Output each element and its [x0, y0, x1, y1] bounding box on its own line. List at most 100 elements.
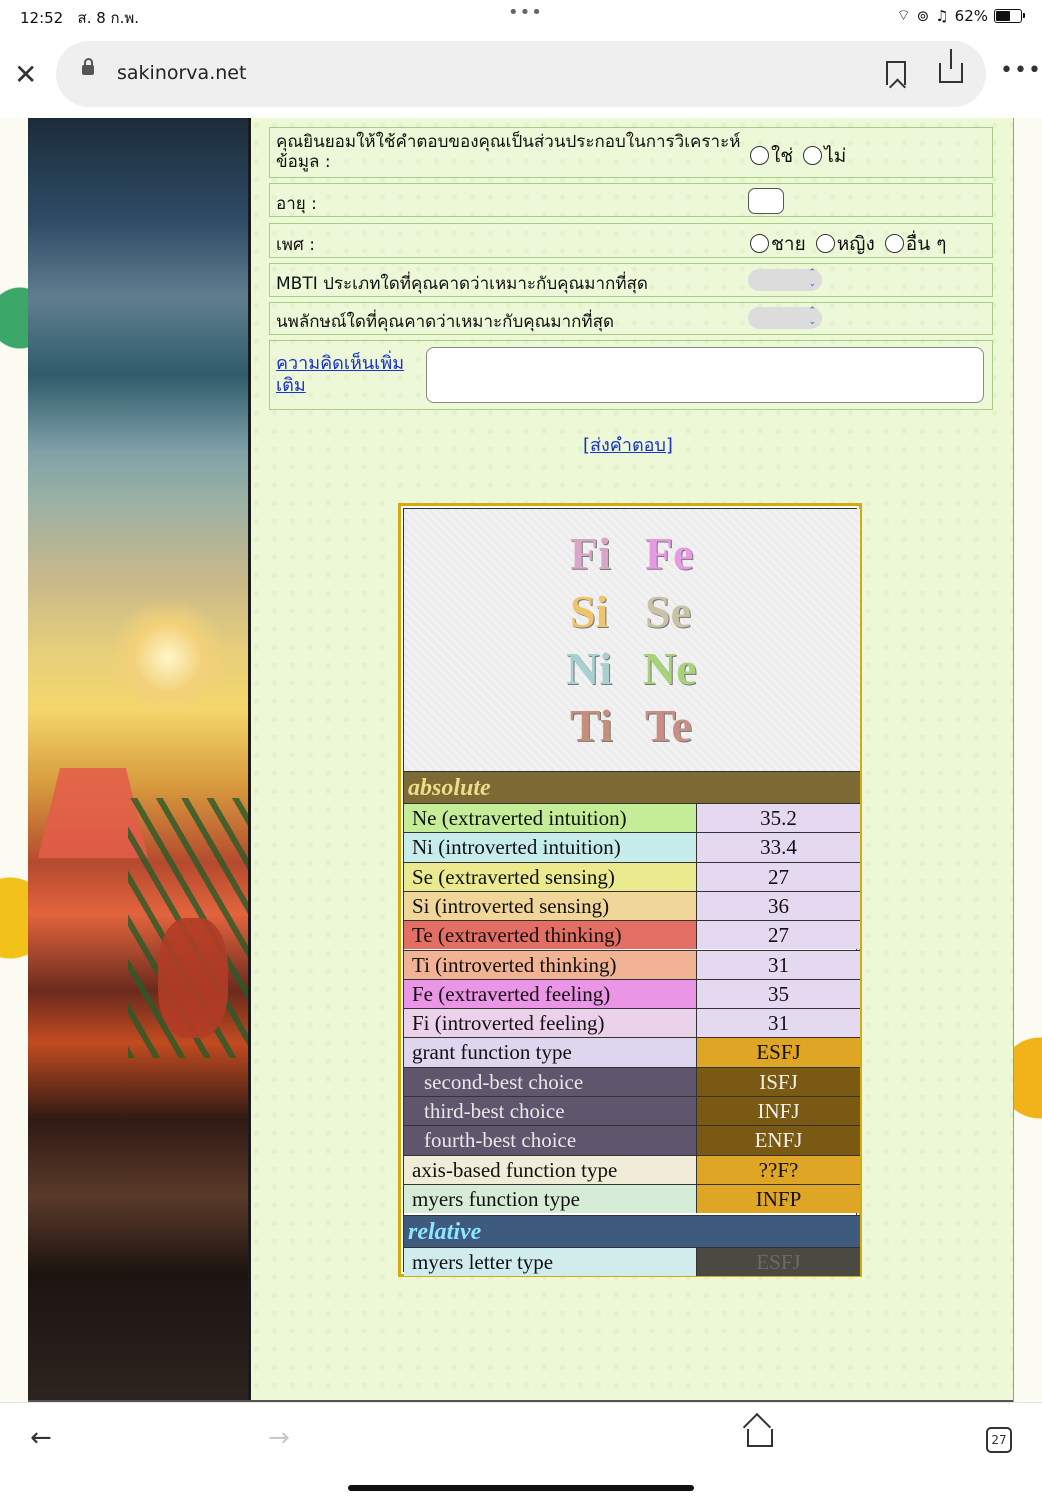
row-value: 31: [697, 949, 860, 979]
back-arrow-icon[interactable]: ←: [30, 1423, 52, 1453]
row-value: INFJ: [697, 1096, 860, 1126]
status-indicators: ⌔ ⊚ ♫ 62%: [896, 6, 1025, 25]
battery-percent: 62%: [954, 6, 988, 25]
age-input[interactable]: [748, 188, 784, 214]
headphones-icon: ♫: [935, 6, 949, 25]
result-row: Ne (extraverted intuition) 35.2: [404, 803, 860, 833]
consent-yes-radio[interactable]: ใช่: [750, 145, 793, 167]
result-row: axis-based function type ??F?: [404, 1154, 860, 1184]
age-label: อายุ :: [276, 194, 317, 214]
row-value: 27: [697, 920, 860, 950]
forward-arrow-icon[interactable]: →: [268, 1423, 290, 1453]
row-label: third-best choice: [404, 1096, 697, 1126]
results-table: Fi Fe Si Se Ni Ne Ti Te absolute Ne (ext…: [398, 503, 862, 1277]
battery-icon: [994, 8, 1025, 23]
result-row: grant function type ESFJ: [404, 1037, 860, 1067]
orientation-lock-icon: ⊚: [916, 6, 930, 25]
multitask-dots-icon[interactable]: •••: [508, 2, 543, 23]
function-fe: Fe: [645, 528, 694, 579]
function-te: Te: [645, 700, 692, 751]
function-ni: Ni: [566, 643, 612, 694]
comment-link[interactable]: ความคิดเห็นเพิ่มเติม: [276, 353, 416, 397]
share-icon[interactable]: [939, 49, 963, 83]
result-row: Fi (introverted feeling) 31: [404, 1008, 860, 1038]
row-label: Te (extraverted thinking): [404, 920, 697, 950]
more-options-icon[interactable]: •••: [1000, 58, 1042, 83]
function-ti: Ti: [570, 700, 613, 751]
close-icon[interactable]: ✕: [14, 58, 37, 91]
function-se: Se: [645, 586, 691, 637]
age-row: อายุ :: [269, 183, 993, 217]
home-icon[interactable]: [747, 1429, 773, 1447]
status-bar: 12:52 ส. 8 ก.พ. ••• ⌔ ⊚ ♫ 62%: [0, 0, 1042, 32]
result-row: Se (extraverted sensing) 27: [404, 861, 860, 891]
gender-male-radio[interactable]: ชาย: [750, 233, 806, 255]
absolute-header: absolute: [404, 771, 860, 803]
enneagram-select[interactable]: [748, 306, 822, 329]
submit-link[interactable]: [ส่งคำตอบ]: [583, 430, 673, 459]
row-value: 33.4: [697, 832, 860, 862]
row-label: myers letter type: [404, 1247, 697, 1277]
result-row: myers function type INFP: [404, 1183, 860, 1214]
home-indicator: [348, 1485, 694, 1491]
consent-label: คุณยินยอมให้ใช้คำตอบของคุณเป็นส่วนประกอบ…: [276, 132, 741, 172]
row-label: myers function type: [404, 1183, 697, 1214]
row-label: Fi (introverted feeling): [404, 1008, 697, 1038]
row-value: 35: [697, 978, 860, 1009]
row-value: ESFJ: [697, 1247, 860, 1277]
row-label: Ne (extraverted intuition): [404, 803, 697, 833]
row-label: grant function type: [404, 1037, 697, 1067]
myers-letter-row: myers letter type ESFJ: [404, 1247, 860, 1277]
web-page: คุณยินยอมให้ใช้คำตอบของคุณเป็นส่วนประกอบ…: [0, 118, 1042, 1402]
function-fi: Fi: [570, 528, 611, 579]
row-value: 35.2: [697, 803, 860, 833]
row-label: Se (extraverted sensing): [404, 861, 697, 891]
row-value: ISFJ: [697, 1066, 860, 1096]
gender-options: ชาย หญิง อื่น ๆ: [750, 229, 950, 259]
row-label: Ni (introverted intuition): [404, 832, 697, 862]
functions-grid: Fi Fe Si Se Ni Ne Ti Te: [404, 509, 860, 771]
lock-icon: [82, 58, 94, 75]
result-row: second-best choice ISFJ: [404, 1066, 860, 1096]
consent-options: ใช่ ไม่: [750, 141, 850, 171]
result-row: Fe (extraverted feeling) 35: [404, 978, 860, 1009]
mbti-row: MBTI ประเภทใดที่คุณคาดว่าเหมาะกับคุณมากท…: [269, 263, 993, 297]
function-si: Si: [570, 586, 609, 637]
browser-toolbar: ← → 27: [0, 1402, 1042, 1501]
row-value: 27: [697, 861, 860, 891]
row-label: second-best choice: [404, 1066, 697, 1096]
result-row: Si (introverted sensing) 36: [404, 890, 860, 921]
gender-female-radio[interactable]: หญิง: [815, 233, 875, 255]
row-label: Ti (introverted thinking): [404, 949, 697, 979]
function-ne: Ne: [643, 643, 697, 694]
consent-row: คุณยินยอมให้ใช้คำตอบของคุณเป็นส่วนประกอบ…: [269, 127, 993, 178]
url-text[interactable]: sakinorva.net: [117, 62, 246, 84]
address-bar[interactable]: sakinorva.net: [56, 41, 986, 107]
collage-image: [28, 118, 250, 1402]
row-value: ??F?: [697, 1154, 860, 1184]
comment-textarea[interactable]: [426, 347, 984, 403]
result-row: third-best choice INFJ: [404, 1096, 860, 1126]
mbti-label: MBTI ประเภทใดที่คุณคาดว่าเหมาะกับคุณมากท…: [276, 274, 648, 294]
row-label: axis-based function type: [404, 1154, 697, 1184]
gender-label: เพศ :: [276, 235, 315, 255]
main-content: คุณยินยอมให้ใช้คำตอบของคุณเป็นส่วนประกอบ…: [251, 118, 1014, 1402]
result-row: Ni (introverted intuition) 33.4: [404, 832, 860, 862]
wifi-icon: ⌔: [896, 6, 911, 24]
tabs-count-icon[interactable]: 27: [986, 1427, 1012, 1453]
row-value: 31: [697, 1008, 860, 1038]
consent-no-radio[interactable]: ไม่: [803, 145, 846, 167]
row-label: fourth-best choice: [404, 1125, 697, 1155]
enneagram-label: นพลักษณ์ใดที่คุณคาดว่าเหมาะกับคุณมากที่ส…: [276, 312, 615, 332]
result-row: fourth-best choice ENFJ: [404, 1125, 860, 1155]
gender-other-radio[interactable]: อื่น ๆ: [884, 233, 946, 255]
status-time: 12:52 ส. 8 ก.พ.: [20, 9, 140, 27]
result-row: Te (extraverted thinking) 27: [404, 920, 860, 950]
bookmark-icon[interactable]: [886, 61, 906, 85]
gender-row: เพศ : ชาย หญิง อื่น ๆ: [269, 223, 993, 258]
row-label: Fe (extraverted feeling): [404, 978, 697, 1009]
mbti-select[interactable]: [748, 268, 822, 291]
relative-header: relative: [404, 1215, 860, 1247]
row-value: INFP: [697, 1183, 860, 1214]
enneagram-row: นพลักษณ์ใดที่คุณคาดว่าเหมาะกับคุณมากที่ส…: [269, 302, 993, 335]
